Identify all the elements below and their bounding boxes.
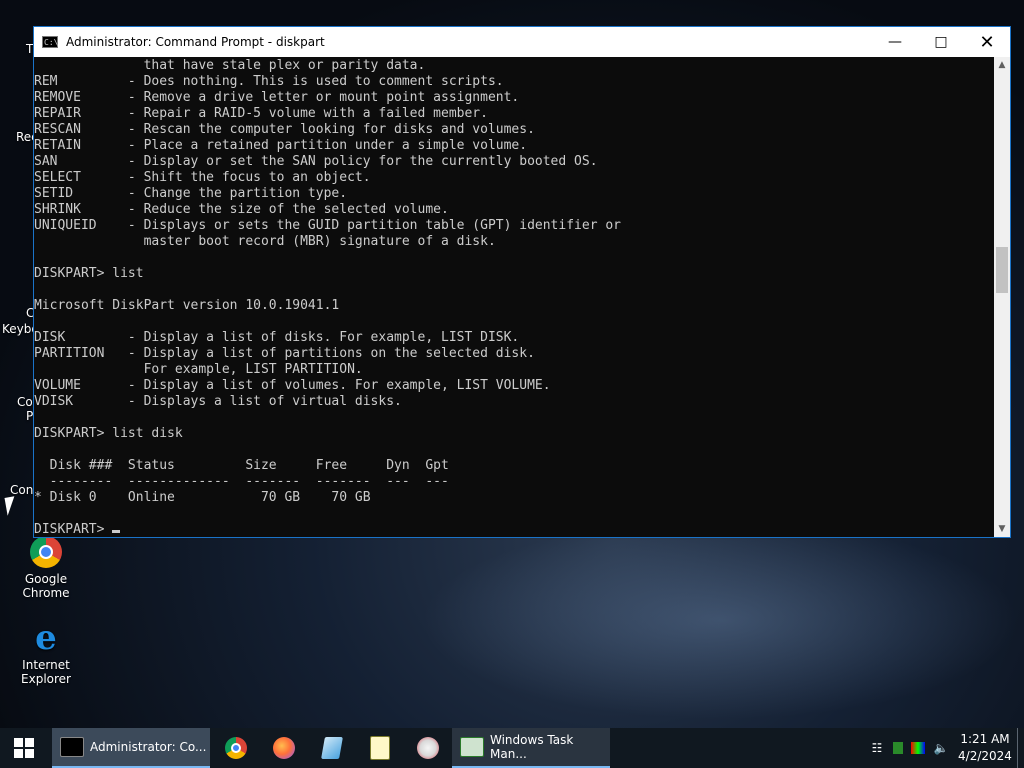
desktop-icon-internet-explorer[interactable]: e Internet Explorer [0,618,92,686]
cmd-icon [60,737,84,757]
command-prompt-window[interactable]: C:\ Administrator: Command Prompt - disk… [33,26,1011,538]
terminal-line: SETID - Change the partition type. [34,186,348,201]
text-cursor [112,530,121,533]
terminal-line: -------- ------------- ------- ------- -… [34,474,449,489]
paint-icon [417,737,439,759]
show-desktop-button[interactable] [1017,728,1024,768]
window-title: Administrator: Command Prompt - diskpart [66,35,325,49]
close-icon: ✕ [979,31,995,53]
taskbar-pin-app[interactable] [308,728,356,768]
taskbar: Administrator: Co... Windows Task Man...… [0,728,1024,768]
scroll-down-icon[interactable]: ▼ [994,521,1010,537]
desktop-icon-label: Google Chrome [22,572,70,600]
desktop-background-glow [420,520,1020,720]
terminal-line: REMOVE - Remove a drive letter or mount … [34,90,520,105]
windows-logo-icon [14,738,34,758]
terminal-line: RETAIN - Place a retained partition unde… [34,138,528,153]
document-icon [321,737,343,759]
prompt-text: DISKPART> [34,522,113,537]
network-icon[interactable]: ☷ [869,740,885,756]
close-button[interactable]: ✕ [964,27,1010,57]
maximize-button[interactable]: □ [918,27,964,57]
chrome-icon [225,737,247,759]
internet-explorer-icon: e [35,618,57,658]
taskbar-item-task-manager[interactable]: Windows Task Man... [452,728,610,768]
terminal-line: VDISK - Displays a list of virtual disks… [34,394,402,409]
terminal-line: VOLUME - Display a list of volumes. For … [34,378,551,393]
cmd-icon: C:\ [42,36,59,48]
terminal-line: DISKPART> list [34,266,144,281]
task-manager-icon [460,737,484,757]
chrome-icon [30,536,62,568]
terminal-line: RESCAN - Rescan the computer looking for… [34,122,535,137]
terminal-line: For example, LIST PARTITION. [34,362,363,377]
minimize-button[interactable]: — [872,27,918,57]
terminal-output[interactable]: that have stale plex or parity data. REM … [34,57,994,537]
terminal-line: master boot record (MBR) signature of a … [34,234,496,249]
taskbar-pin-paint[interactable] [404,728,452,768]
maximize-icon: □ [934,34,948,50]
terminal-line: PARTITION - Display a list of partitions… [34,346,535,361]
taskbar-item-label: Windows Task Man... [490,733,574,761]
terminal-line: DISK - Display a list of disks. For exam… [34,330,520,345]
app-tray-icon[interactable] [893,742,903,754]
vertical-scrollbar[interactable]: ▲ ▼ [994,57,1010,537]
scroll-up-icon[interactable]: ▲ [994,57,1010,73]
volume-muted-icon[interactable]: 🔈 [933,740,949,756]
terminal-line: SAN - Display or set the SAN policy for … [34,154,598,169]
terminal-prompt[interactable]: DISKPART> [34,522,994,537]
mouse-pointer-icon [4,496,18,516]
taskbar-pin-firefox[interactable] [260,728,308,768]
terminal-line: REPAIR - Repair a RAID-5 volume with a f… [34,106,488,121]
chart-icon [370,736,390,760]
taskbar-item-label: Administrator: Co... [90,740,207,754]
firefox-icon [273,737,295,759]
taskbar-pin-app[interactable] [356,728,404,768]
taskbar-pin-chrome[interactable] [212,728,260,768]
terminal-line: SELECT - Shift the focus to an object. [34,170,371,185]
window-titlebar[interactable]: C:\ Administrator: Command Prompt - disk… [34,27,1010,57]
terminal-line: Disk ### Status Size Free Dyn Gpt [34,458,449,473]
desktop-icon-chrome[interactable]: Google Chrome [0,536,92,600]
clock-date: 4/2/2024 [958,749,1012,763]
start-button[interactable] [0,728,48,768]
desktop-label-partial: Co [17,395,33,409]
terminal-line: UNIQUEID - Displays or sets the GUID par… [34,218,621,233]
terminal-line: Microsoft DiskPart version 10.0.19041.1 [34,298,340,313]
desktop-icon-label: Internet Explorer [21,658,71,686]
terminal-line: REM - Does nothing. This is used to comm… [34,74,504,89]
taskbar-clock[interactable]: 1:21 AM 4/2/2024 [953,731,1017,765]
clock-time: 1:21 AM [960,732,1010,746]
terminal-line: DISKPART> list disk [34,426,183,441]
terminal-line: that have stale plex or parity data. [34,58,426,73]
minimize-icon: — [888,34,902,50]
taskbar-item-command-prompt[interactable]: Administrator: Co... [52,728,210,768]
system-tray: ☷ 🔈 1:21 AM 4/2/2024 [865,728,1024,768]
color-tray-icon[interactable] [911,742,925,754]
scroll-thumb[interactable] [996,247,1008,293]
terminal-line: * Disk 0 Online 70 GB 70 GB [34,490,371,505]
terminal-line: SHRINK - Reduce the size of the selected… [34,202,449,217]
desktop-label-partial: Con [10,483,34,497]
